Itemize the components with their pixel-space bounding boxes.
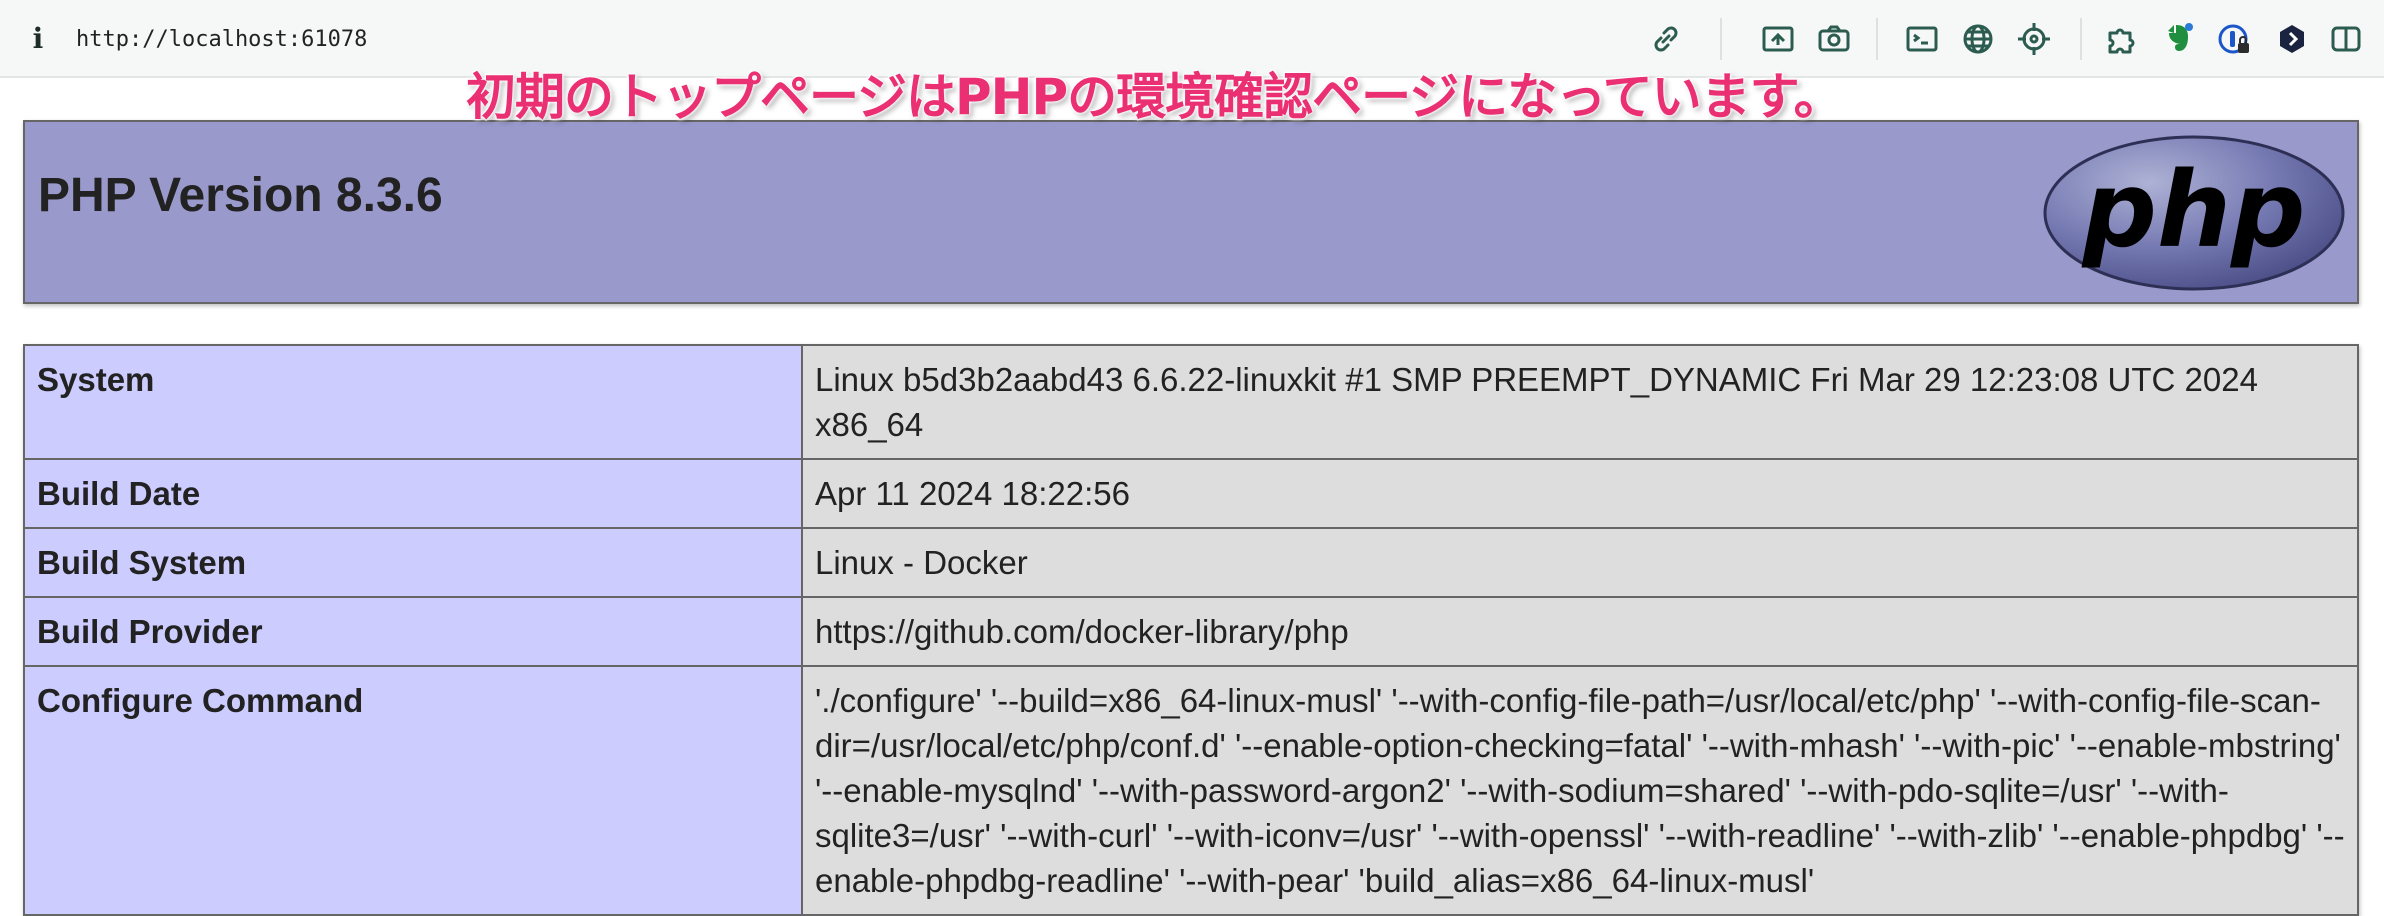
table-row: Build Provider https://github.com/docker-… [23,596,2359,667]
puzzle-extension-icon[interactable] [2104,21,2140,57]
row-key: Build Date [23,458,803,529]
annotation-caption: 初期のトップページはPHPの環境確認ページになっています。 [465,67,1845,127]
row-value: https://github.com/docker-library/php [801,596,2359,667]
toolbar-separator [1876,18,1878,60]
php-version-header: PHP Version 8.3.6 php [23,120,2359,304]
terminal-icon[interactable] [1904,21,1940,57]
toolbar-separator [1720,18,1722,60]
row-value: Linux - Docker [801,527,2359,598]
row-value: Linux b5d3b2aabd43 6.6.22-linuxkit #1 SM… [801,344,2359,460]
table-row: System Linux b5d3b2aabd43 6.6.22-linuxkit… [23,344,2359,460]
svg-text:php: php [2081,149,2306,271]
site-info-icon[interactable]: i [26,20,50,58]
table-row: Build Date Apr 11 2024 18:22:56 [23,458,2359,529]
php-logo[interactable]: php [2043,134,2345,292]
camera-icon[interactable] [1816,21,1852,57]
toolbar-separator [2080,18,2082,60]
row-value: './configure' '--build=x86_64-linux-musl… [801,665,2359,916]
evernote-icon[interactable] [2160,21,2196,57]
row-key: Build System [23,527,803,598]
link-icon[interactable] [1648,21,1684,57]
table-row: Configure Command './configure' '--build=… [23,665,2359,916]
dark-extension-icon[interactable] [2274,21,2310,57]
address-bar[interactable]: http://localhost:61078 [76,22,367,58]
crosshair-icon[interactable] [2016,21,2052,57]
password-manager-icon[interactable] [2216,21,2252,57]
page-title: PHP Version 8.3.6 [38,169,443,222]
table-row: Build System Linux - Docker [23,527,2359,598]
row-key: System [23,344,803,460]
row-value: Apr 11 2024 18:22:56 [801,458,2359,529]
sidebar-toggle-icon[interactable] [2328,21,2364,57]
phpinfo-table: System Linux b5d3b2aabd43 6.6.22-linuxkit… [23,344,2359,916]
row-key: Configure Command [23,665,803,916]
screenshot-frame-icon[interactable] [1760,21,1796,57]
row-key: Build Provider [23,596,803,667]
globe-icon[interactable] [1960,21,1996,57]
